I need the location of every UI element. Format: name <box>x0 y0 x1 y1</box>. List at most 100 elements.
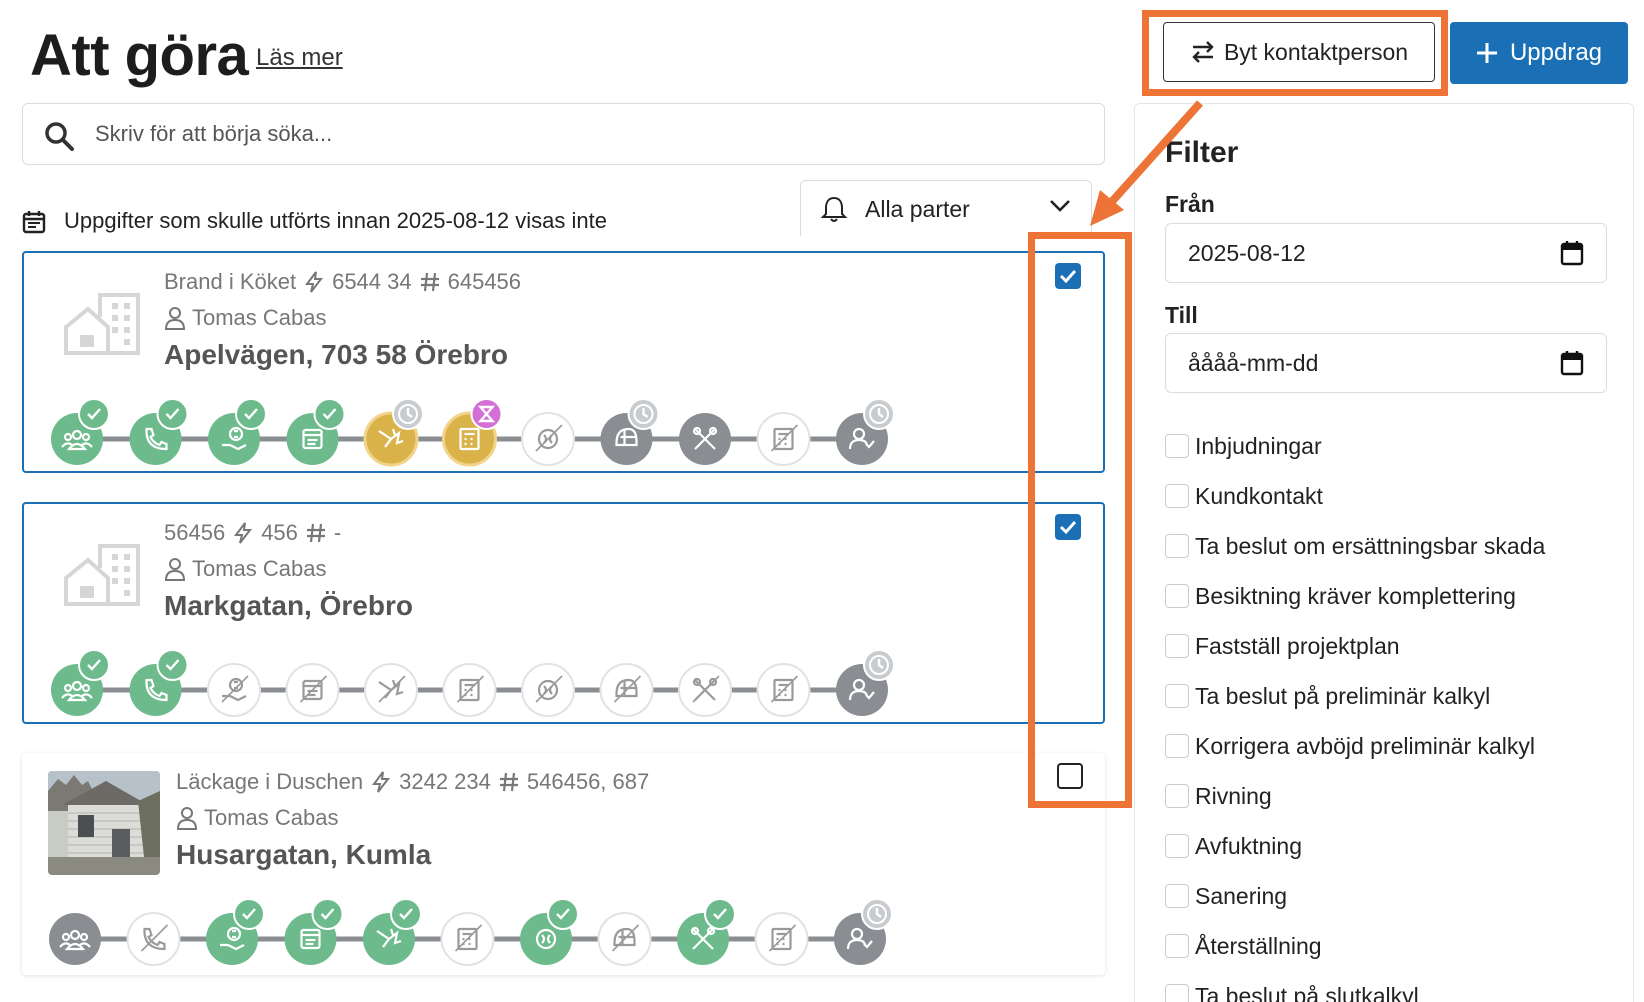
check-badge-icon <box>313 398 346 430</box>
dehumidifier-icon <box>520 898 579 965</box>
dehumidifier-icon <box>521 663 575 717</box>
search-input[interactable] <box>95 114 1075 154</box>
payment-icon <box>206 898 265 965</box>
progress-steps <box>51 649 895 717</box>
filter-option[interactable]: Sanering <box>1165 881 1287 911</box>
filter-option[interactable]: Ta beslut om ersättningsbar skada <box>1165 531 1545 561</box>
team-icon <box>51 398 110 465</box>
new-assignment-button[interactable]: Uppdrag <box>1450 22 1628 84</box>
card-person: Tomas Cabas <box>176 805 339 831</box>
task-card[interactable]: 56456 456 - Tomas Cabas Markgatan, Örebr… <box>22 502 1105 724</box>
filter-option-checkbox[interactable] <box>1165 584 1189 608</box>
building-placeholder-icon <box>64 293 140 355</box>
bolt-icon <box>305 271 324 293</box>
phone-icon <box>126 912 181 966</box>
phone-icon <box>129 649 189 716</box>
clock-badge-icon <box>863 649 895 681</box>
card-title: 56456 <box>164 520 226 545</box>
helmet-icon <box>599 663 654 717</box>
user-check-icon <box>836 398 895 465</box>
to-date-field[interactable]: åååå-mm-dd <box>1165 333 1607 393</box>
clock-badge-icon <box>627 398 660 430</box>
search-box[interactable] <box>22 103 1105 165</box>
calendar-icon <box>22 211 46 234</box>
calculator-icon <box>442 398 503 467</box>
filter-option[interactable]: Besiktning kräver komplettering <box>1165 581 1516 611</box>
filter-option[interactable]: Ta beslut på slutkalkyl <box>1165 981 1419 1002</box>
hourglass-badge-icon <box>470 398 503 430</box>
filter-option[interactable]: Rivning <box>1165 781 1272 811</box>
bell-icon <box>821 196 847 222</box>
team-icon <box>51 649 110 716</box>
card-title: Brand i Köket <box>164 269 297 294</box>
filter-option[interactable]: Korrigera avböjd preliminär kalkyl <box>1165 731 1535 761</box>
filter-option[interactable]: Fastställ projektplan <box>1165 631 1400 661</box>
card-meta: Brand i Köket 6544 34 645456 <box>164 269 521 295</box>
check-badge-icon <box>156 398 189 430</box>
hash-icon <box>306 523 325 543</box>
card-address: Husargatan, Kumla <box>176 839 432 870</box>
from-label: Från <box>1165 191 1215 217</box>
task-card[interactable]: Läckage i Duschen 3242 234 546456, 687 T… <box>22 753 1105 975</box>
filter-option[interactable]: Inbjudningar <box>1165 431 1322 461</box>
clock-badge-icon <box>392 398 424 430</box>
filter-option-label: Ta beslut om ersättningsbar skada <box>1195 532 1546 559</box>
card-person-name: Tomas Cabas <box>192 305 327 330</box>
filter-option[interactable]: Ta beslut på preliminär kalkyl <box>1165 681 1490 711</box>
plus-icon <box>1476 43 1497 63</box>
filter-option-label: Fastställ projektplan <box>1195 632 1400 659</box>
filter-option-checkbox[interactable] <box>1165 784 1189 808</box>
card-address: Markgatan, Örebro <box>164 590 413 621</box>
filter-option-checkbox[interactable] <box>1165 984 1189 1002</box>
filter-option-label: Rivning <box>1195 782 1272 809</box>
check-badge-icon <box>78 649 110 681</box>
from-date-value: 2025-08-12 <box>1188 240 1306 266</box>
check-badge-icon <box>156 649 189 681</box>
user-icon <box>176 807 198 830</box>
filter-option-label: Avfuktning <box>1195 832 1302 859</box>
page-title: Att göra <box>30 23 249 88</box>
filter-option[interactable]: Avfuktning <box>1165 831 1302 861</box>
user-check-icon <box>834 898 893 965</box>
clock-badge-icon <box>861 898 893 930</box>
progress-steps <box>51 398 895 467</box>
dehumidifier-icon <box>521 412 575 466</box>
card-meta: Läckage i Duschen 3242 234 546456, 687 <box>176 769 649 795</box>
calendar-icon[interactable] <box>1560 350 1584 376</box>
from-date-field[interactable]: 2025-08-12 <box>1165 223 1607 283</box>
filter-option-checkbox[interactable] <box>1165 634 1189 658</box>
read-more-link[interactable]: Läs mer <box>256 44 343 72</box>
filter-option-checkbox[interactable] <box>1165 734 1189 758</box>
party-select[interactable]: Alla parter <box>800 180 1092 236</box>
notice-text: Uppgifter som skulle utförts innan 2025-… <box>64 208 607 233</box>
check-badge-icon <box>233 898 265 930</box>
new-assignment-label: Uppdrag <box>1509 39 1603 66</box>
check-badge-icon <box>547 898 579 930</box>
to-label: Till <box>1165 302 1198 328</box>
calculator-icon <box>754 912 809 966</box>
filter-option[interactable]: Kundkontakt <box>1165 481 1323 511</box>
progress-steps <box>49 898 893 966</box>
calendar-icon[interactable] <box>1560 240 1584 266</box>
card-person: Tomas Cabas <box>164 556 327 582</box>
card-address: Apelvägen, 703 58 Örebro <box>164 339 508 370</box>
tools-icon <box>678 663 732 717</box>
filter-option-label: Ta beslut på slutkalkyl <box>1195 982 1419 1002</box>
card-person: Tomas Cabas <box>164 305 327 331</box>
filter-option-checkbox[interactable] <box>1165 834 1189 858</box>
check-badge-icon <box>704 898 736 930</box>
filter-option-checkbox[interactable] <box>1165 434 1189 458</box>
filter-option-checkbox[interactable] <box>1165 684 1189 708</box>
task-card[interactable]: Brand i Köket 6544 34 645456 Tomas Cabas… <box>22 251 1105 473</box>
user-icon <box>164 558 186 581</box>
party-select-value: Alla parter <box>865 196 970 222</box>
check-badge-icon <box>390 898 422 930</box>
filter-option-checkbox[interactable] <box>1165 934 1189 958</box>
hash-icon <box>499 772 518 792</box>
filter-option-checkbox[interactable] <box>1165 534 1189 558</box>
filter-option-checkbox[interactable] <box>1165 884 1189 908</box>
filter-option[interactable]: Återställning <box>1165 931 1322 961</box>
card-person-name: Tomas Cabas <box>204 805 339 830</box>
filter-option-checkbox[interactable] <box>1165 484 1189 508</box>
calculator-icon <box>440 912 495 966</box>
